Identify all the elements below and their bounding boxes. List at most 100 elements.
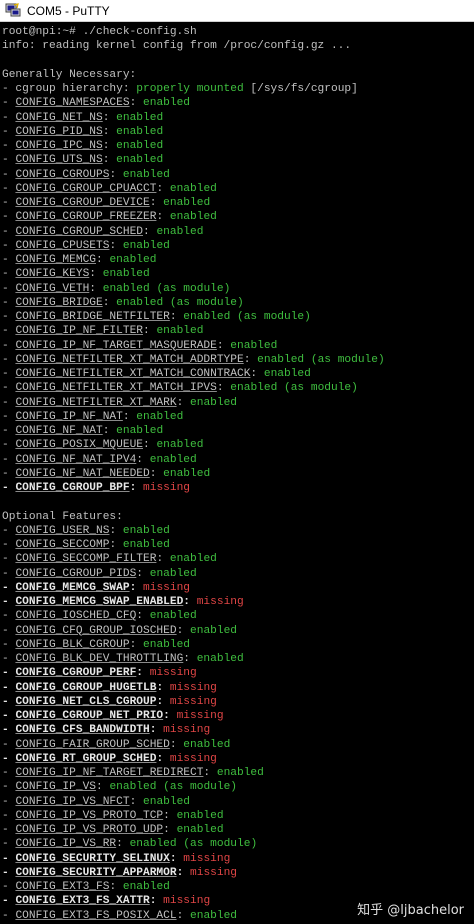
line-prefix: - [2,895,16,908]
status-enabled: enabled [149,610,197,623]
line-separator: : [183,653,197,665]
terminal-line: - CONFIG_NET_NS: enabled [2,111,385,125]
terminal-line: - CONFIG_BRIDGE_NETFILTER: enabled (as m… [2,310,385,324]
line-prefix: - [2,382,16,395]
terminal-line: - CONFIG_EXT3_FS_XATTR: missing [2,894,385,908]
line-separator: : [143,439,157,452]
line-separator: : [203,767,217,779]
config-name: CONFIG_BRIDGE_NETFILTER [15,311,170,323]
status-enabled: enabled (as module) [109,781,238,794]
config-name: CONFIG_NETFILTER_XT_MATCH_CONNTRACK [15,368,251,380]
line-separator: : [122,410,137,423]
line-separator: : [149,197,164,209]
line-prefix: - [2,781,16,794]
line-separator: : [96,781,110,794]
putty-icon [5,3,21,18]
config-name: CONFIG_IP_NF_NAT [15,410,123,423]
line-prefix: - [2,453,16,466]
terminal-line: - CONFIG_CGROUP_PIDS: enabled [2,567,385,581]
line-separator: : [156,681,170,694]
line-prefix: - [2,311,16,323]
line-separator: : [176,624,191,637]
config-name: CONFIG_NAMESPACES [15,97,130,110]
line-prefix: - [2,767,16,779]
terminal-line: - CONFIG_CGROUPS: enabled [2,168,385,182]
terminal-line: - CONFIG_CGROUP_DEVICE: enabled [2,196,385,210]
status-missing: missing [196,596,244,608]
line-prefix: - [2,482,16,494]
status-enabled: enabled [116,425,164,437]
line-prefix: - [2,268,16,281]
line-separator: : [109,168,123,181]
status-missing: missing [163,724,211,737]
status-missing: missing [143,482,191,494]
line-prefix: - [2,325,16,338]
line-suffix: [/sys/fs/cgroup] [243,83,358,95]
config-name: CONFIG_NETFILTER_XT_MATCH_IPVS [15,382,217,395]
config-name: CONFIG_CGROUP_BPF [15,482,130,494]
terminal-line: - CONFIG_NETFILTER_XT_MARK: enabled [2,396,385,410]
config-name: CONFIG_KEYS [15,268,90,281]
line-prefix: - [2,695,16,708]
line-prefix: - [2,824,16,836]
terminal-line: Generally Necessary: [2,68,385,82]
terminal-line: Optional Features: [2,510,385,524]
status-enabled: enabled [116,111,164,124]
terminal-line: root@npi:~# ./check-config.sh [2,25,385,39]
config-name: CONFIG_MEMCG [15,254,97,266]
config-name: CONFIG_CFS_BANDWIDTH [15,724,150,737]
status-missing: missing [190,866,238,879]
line-prefix: - [2,425,16,437]
config-name: CONFIG_SECCOMP_FILTER [15,553,157,566]
line-separator: : [169,311,184,323]
config-name: CONFIG_CGROUP_HUGETLB [15,681,157,694]
line-separator: : [216,339,231,352]
terminal-line: - CONFIG_NF_NAT_IPV4: enabled [2,453,385,467]
line-separator: : [136,610,150,623]
terminal-line: - CONFIG_CPUSETS: enabled [2,239,385,253]
status-missing: missing [183,852,231,865]
line-separator: : [176,396,191,409]
terminal-output: root@npi:~# ./check-config.sh info: readi… [2,25,385,923]
config-name: CONFIG_IOSCHED_CFQ [15,610,137,623]
config-name: CONFIG_IP_VS [15,781,97,794]
line-prefix: - [2,225,16,238]
line-separator: : [216,382,231,395]
status-enabled: enabled (as module) [257,353,385,366]
terminal-line: - CONFIG_PID_NS: enabled [2,125,385,139]
line-prefix: - [2,353,16,366]
status-enabled: enabled [109,254,157,266]
line-prefix: - [2,724,16,737]
line-prefix: - [2,866,16,879]
window-title: COM5 - PuTTY [27,4,110,18]
terminal-window[interactable]: root@npi:~# ./check-config.sh info: readi… [0,23,474,924]
line-prefix: - [2,638,16,651]
status-enabled: enabled [190,624,238,637]
line-prefix: - [2,752,16,765]
status-enabled: enabled [116,125,164,138]
line-separator: : [136,453,150,466]
status-missing: missing [163,895,211,908]
config-name: CONFIG_MEMCG_SWAP [15,581,130,594]
terminal-line: - CONFIG_NETFILTER_XT_MATCH_CONNTRACK: e… [2,367,385,381]
status-enabled: enabled [102,268,150,281]
status-enabled: enabled [169,553,217,566]
terminal-line: - CONFIG_NAMESPACES: enabled [2,96,385,110]
line-prefix: - [2,182,16,195]
line-prefix: - [2,610,16,623]
line-prefix: - cgroup hierarchy: [2,83,137,95]
config-name: CONFIG_IP_NF_TARGET_REDIRECT [15,767,204,779]
line-separator: : [143,225,157,238]
title-bar[interactable]: COM5 - PuTTY [0,0,474,22]
config-name: CONFIG_VETH [15,282,90,295]
terminal-line: - CONFIG_IP_VS_RR: enabled (as module) [2,837,385,851]
terminal-line: - CONFIG_NETFILTER_XT_MATCH_ADDRTYPE: en… [2,353,385,367]
terminal-line: - CONFIG_FAIR_GROUP_SCHED: enabled [2,738,385,752]
line-prefix: - [2,838,16,851]
line-separator: : [102,111,117,124]
status-enabled: enabled [143,638,191,651]
status-enabled: enabled (as module) [230,382,358,395]
status-missing: missing [169,681,217,694]
terminal-line: - CONFIG_IPC_NS: enabled [2,139,385,153]
line-separator: : [169,852,184,865]
